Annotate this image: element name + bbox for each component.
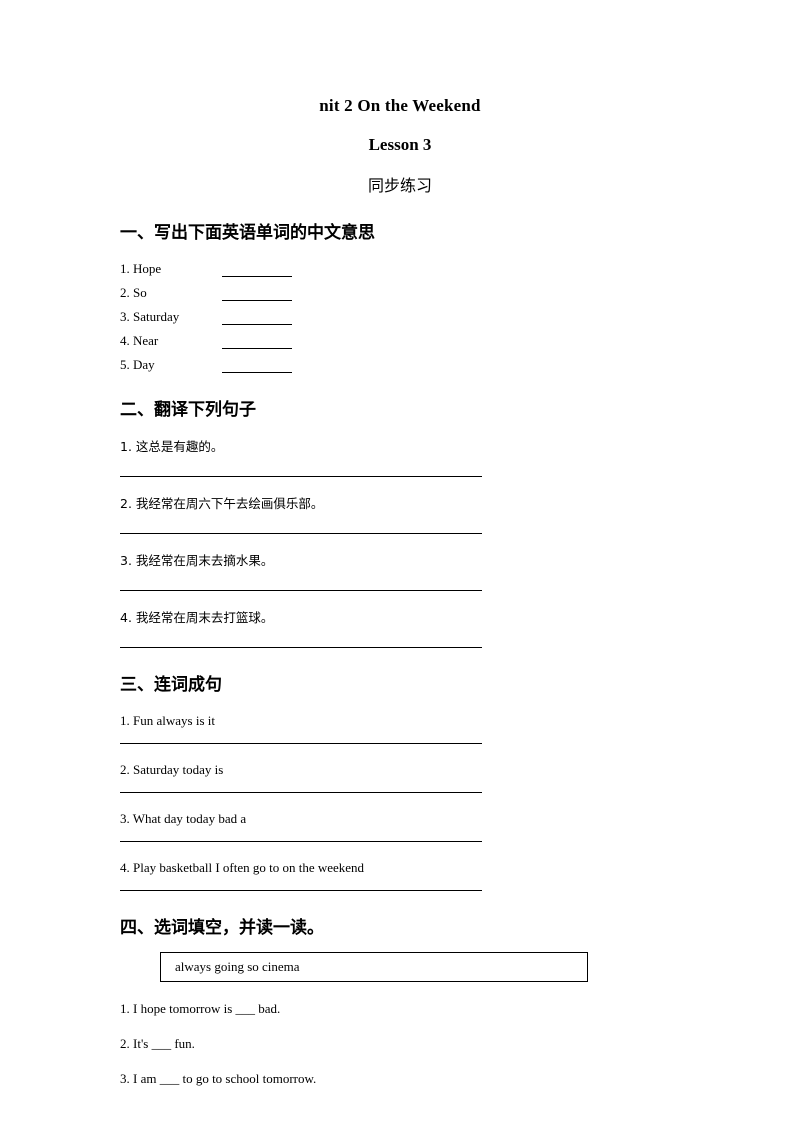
list-item: 4. Near — [120, 325, 680, 349]
list-item: 3. 我经常在周末去摘水果。 — [120, 553, 274, 568]
vocab-blank-3[interactable] — [222, 311, 292, 325]
section-1-heading: 一、写出下面英语单词的中文意思 — [120, 223, 375, 243]
exercise-subtitle: 同步练习 — [367, 176, 432, 195]
list-item: 4. 我经常在周末去打篮球。 — [120, 610, 274, 625]
section-3-heading: 三、连词成句 — [120, 675, 222, 695]
answer-line[interactable] — [120, 841, 482, 842]
vocab-word-4: 4. Near — [120, 333, 159, 348]
list-item: 1. Hope — [120, 253, 680, 277]
fill-in-list: 1. I hope tomorrow is ___ bad. 2. It's _… — [120, 1001, 680, 1087]
answer-line[interactable] — [120, 476, 482, 477]
page-title: nit 2 On the Weekend — [319, 96, 481, 115]
vocab-word-5: 5. Day — [120, 357, 155, 372]
list-item: 2. So — [120, 277, 680, 301]
list-item: 2. It's ___ fun. — [120, 1036, 195, 1051]
list-item: 4. Play basketball I often go to on the … — [120, 860, 365, 875]
list-item: 5. Day — [120, 349, 680, 373]
list-item: 3. Saturday — [120, 301, 680, 325]
vocab-blank-4[interactable] — [222, 335, 292, 349]
list-item: 1. 这总是有趣的。 — [120, 439, 224, 454]
word-bank-box: always going so cinema — [160, 952, 588, 982]
answer-line[interactable] — [120, 743, 482, 744]
vocab-blank-1[interactable] — [222, 263, 292, 277]
answer-line[interactable] — [120, 792, 482, 793]
list-item: 2. 我经常在周六下午去绘画俱乐部。 — [120, 496, 324, 511]
vocab-word-1: 1. Hope — [120, 261, 162, 276]
vocab-list: 1. Hope 2. So 3. Saturday 4. Near 5. Day — [120, 253, 680, 373]
translate-list: 1. 这总是有趣的。 2. 我经常在周六下午去绘画俱乐部。 3. 我经常在周末去… — [120, 436, 680, 648]
list-item: 2. Saturday today is — [120, 762, 224, 777]
list-item: 3. What day today bad a — [120, 811, 247, 826]
vocab-blank-2[interactable] — [222, 287, 292, 301]
list-item: 1. Fun always is it — [120, 713, 215, 728]
vocab-blank-5[interactable] — [222, 359, 292, 373]
list-item: 1. I hope tomorrow is ___ bad. — [120, 1001, 281, 1016]
worksheet-page: nit 2 On the Weekend Lesson 3 同步练习 一、写出下… — [0, 0, 800, 1131]
answer-line[interactable] — [120, 647, 482, 648]
section-4-heading: 四、选词填空，并读一读。 — [120, 918, 324, 938]
section-2-heading: 二、翻译下列句子 — [120, 400, 256, 420]
answer-line[interactable] — [120, 533, 482, 534]
answer-line[interactable] — [120, 890, 482, 891]
word-bank-text: always going so cinema — [175, 959, 300, 974]
worksheet-content: nit 2 On the Weekend Lesson 3 同步练习 一、写出下… — [120, 0, 680, 1087]
answer-line[interactable] — [120, 590, 482, 591]
vocab-word-2: 2. So — [120, 285, 147, 300]
list-item: 3. I am ___ to go to school tomorrow. — [120, 1071, 317, 1086]
vocab-word-3: 3. Saturday — [120, 309, 180, 324]
lesson-subtitle: Lesson 3 — [368, 135, 432, 154]
word-order-list: 1. Fun always is it 2. Saturday today is… — [120, 713, 680, 891]
